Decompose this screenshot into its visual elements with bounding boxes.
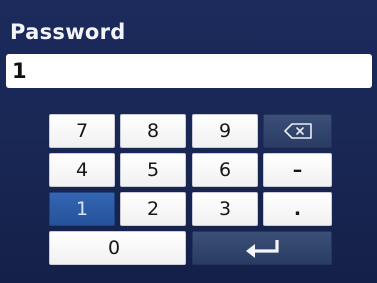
backspace-key[interactable] bbox=[263, 114, 332, 148]
key-7[interactable]: 7 bbox=[49, 114, 115, 148]
enter-key[interactable] bbox=[192, 231, 332, 265]
enter-icon bbox=[246, 240, 279, 258]
key-8[interactable]: 8 bbox=[120, 114, 186, 148]
key-4[interactable]: 4 bbox=[49, 153, 115, 187]
key-2[interactable]: 2 bbox=[120, 192, 186, 226]
backspace-icon bbox=[283, 123, 312, 139]
key-5[interactable]: 5 bbox=[120, 153, 186, 187]
dialog-title: Password bbox=[10, 20, 126, 44]
key-3[interactable]: 3 bbox=[192, 192, 258, 226]
password-field[interactable]: 1 bbox=[6, 54, 372, 88]
key-dot[interactable]: . bbox=[263, 192, 332, 226]
key-9[interactable]: 9 bbox=[192, 114, 258, 148]
password-dialog: Password 1 7 8 9 4 5 6 – 1 2 3 . 0 bbox=[0, 0, 377, 283]
key-6[interactable]: 6 bbox=[192, 153, 258, 187]
key-0[interactable]: 0 bbox=[49, 231, 186, 265]
key-1[interactable]: 1 bbox=[49, 192, 115, 226]
key-minus[interactable]: – bbox=[263, 153, 332, 187]
